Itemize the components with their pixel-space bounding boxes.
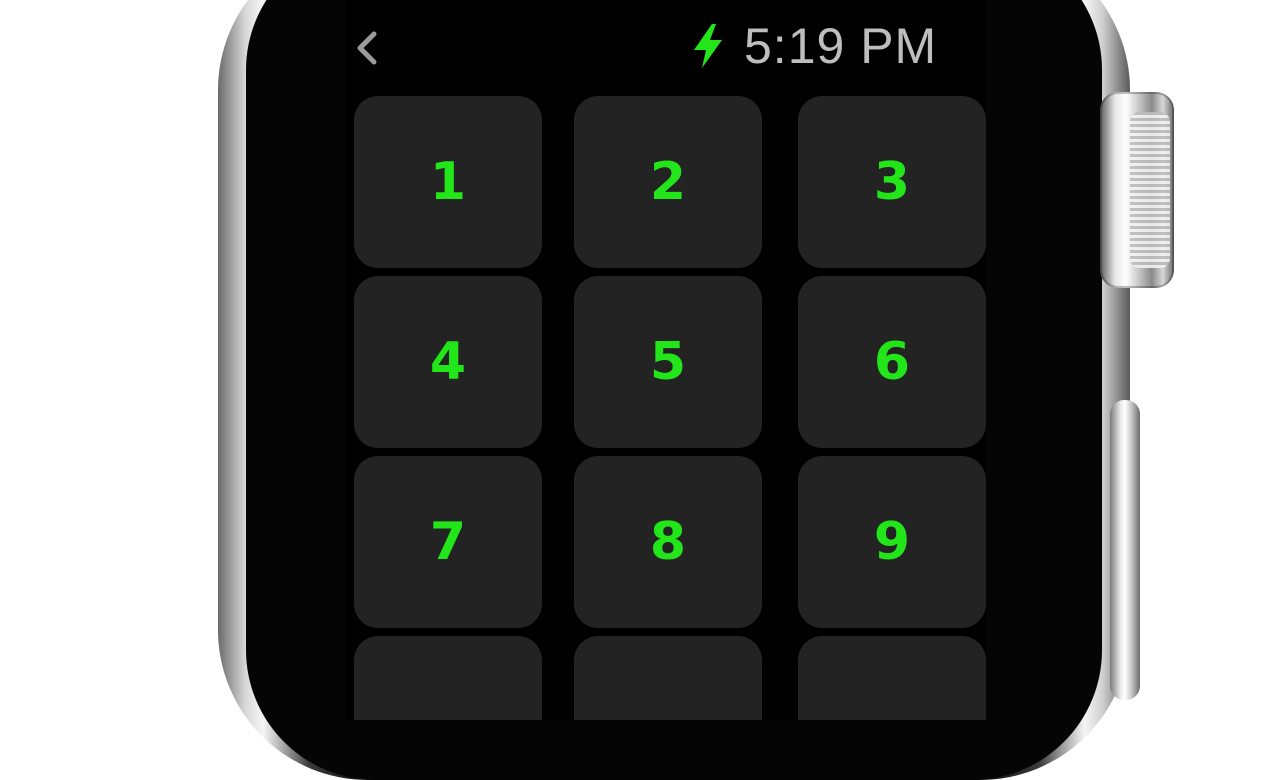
key-label: 4 — [429, 332, 467, 392]
key-6[interactable]: 6 — [798, 276, 986, 448]
key-4[interactable]: 4 — [354, 276, 542, 448]
watch-screen: 5:19 PM 1 2 3 4 5 6 7 8 9 — [346, 0, 986, 720]
key-extra[interactable]: 3 — [798, 636, 986, 720]
chevron-left-icon — [357, 31, 377, 65]
lightning-bolt-icon — [694, 24, 722, 68]
key-2[interactable]: 2 — [574, 96, 762, 268]
key-label: 6 — [873, 332, 911, 392]
key-label: 5 — [649, 332, 687, 392]
digital-crown-ridges — [1130, 112, 1170, 268]
key-label: 2 — [649, 152, 687, 212]
key-8[interactable]: 8 — [574, 456, 762, 628]
key-9[interactable]: 9 — [798, 456, 986, 628]
key-label: 8 — [649, 512, 687, 572]
key-label: 7 — [429, 512, 467, 572]
key-label: 3 — [873, 152, 911, 212]
side-button[interactable] — [1110, 400, 1140, 700]
rewind-key[interactable] — [354, 636, 542, 720]
key-0[interactable]: 0 — [574, 636, 762, 720]
key-label: 9 — [873, 512, 911, 572]
clock: 5:19 PM — [744, 18, 938, 74]
key-5[interactable]: 5 — [574, 276, 762, 448]
key-7[interactable]: 7 — [354, 456, 542, 628]
back-button[interactable] — [346, 16, 390, 76]
key-label: 1 — [429, 152, 467, 212]
status-bar: 5:19 PM — [346, 0, 986, 92]
key-3[interactable]: 3 — [798, 96, 986, 268]
key-1[interactable]: 1 — [354, 96, 542, 268]
